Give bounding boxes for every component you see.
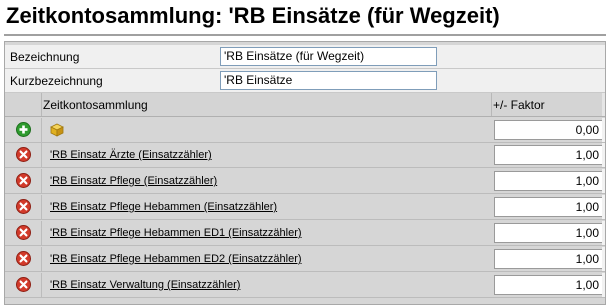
- remove-icon[interactable]: [16, 147, 31, 162]
- add-row: 0,00: [5, 118, 605, 143]
- row-edge: [602, 169, 605, 193]
- table-row: 'RB Einsatz Pflege Hebammen ED1 (Einsatz…: [5, 221, 605, 246]
- factor-input[interactable]: 1,00: [494, 275, 604, 295]
- kurzbezeichnung-input[interactable]: 'RB Einsätze: [220, 71, 437, 90]
- add-factor-input[interactable]: 0,00: [494, 120, 604, 140]
- column-header-zeitkontosammlung[interactable]: Zeitkontosammlung: [43, 98, 148, 112]
- title-divider: [4, 34, 606, 36]
- row-edge: [602, 143, 605, 167]
- row-edge: [602, 195, 605, 219]
- account-link[interactable]: 'RB Einsatz Pflege Hebammen ED2 (Einsatz…: [50, 253, 302, 265]
- row-edge: [602, 247, 605, 271]
- kurzbezeichnung-label: Kurzbezeichnung: [10, 74, 103, 88]
- factor-input[interactable]: 1,00: [494, 197, 604, 217]
- bezeichnung-label: Bezeichnung: [10, 50, 80, 64]
- factor-input[interactable]: 1,00: [494, 171, 604, 191]
- title-bar: Zeitkontosammlung: 'RB Einsätze (für Weg…: [0, 0, 610, 36]
- column-separator: [491, 93, 492, 116]
- account-link[interactable]: 'RB Einsatz Pflege Hebammen ED1 (Einsatz…: [50, 227, 302, 239]
- grid-header-icon-column: [5, 93, 42, 116]
- row-icon-cell: [5, 195, 42, 219]
- kurzbezeichnung-row: Kurzbezeichnung 'RB Einsätze: [5, 69, 605, 93]
- table-row: 'RB Einsatz Pflege Hebammen ED2 (Einsatz…: [5, 247, 605, 272]
- remove-icon[interactable]: [16, 251, 31, 266]
- add-row-icon-cell: [5, 118, 42, 142]
- factor-input[interactable]: 1,00: [494, 223, 604, 243]
- account-link[interactable]: 'RB Einsatz Ärzte (Einsatzzähler): [50, 149, 212, 161]
- table-row: 'RB Einsatz Verwaltung (Einsatzzähler) 1,…: [5, 273, 605, 298]
- row-edge: [602, 118, 605, 142]
- row-icon-cell: [5, 143, 42, 167]
- add-icon[interactable]: [16, 122, 31, 137]
- bezeichnung-row: Bezeichnung 'RB Einsätze (für Wegzeit): [5, 45, 605, 69]
- row-icon-cell: [5, 221, 42, 245]
- factor-input[interactable]: 1,00: [494, 145, 604, 165]
- table-row: 'RB Einsatz Pflege (Einsatzzähler) 1,00: [5, 169, 605, 194]
- column-header-faktor[interactable]: +/- Faktor: [493, 98, 545, 112]
- row-edge: [602, 273, 605, 297]
- page-title: Zeitkontosammlung: 'RB Einsätze (für Weg…: [6, 3, 500, 28]
- scrollbar-stub: [602, 93, 605, 116]
- remove-icon[interactable]: [16, 199, 31, 214]
- remove-icon[interactable]: [16, 225, 31, 240]
- factor-input[interactable]: 1,00: [494, 249, 604, 269]
- row-icon-cell: [5, 273, 42, 297]
- row-edge: [602, 221, 605, 245]
- row-icon-cell: [5, 169, 42, 193]
- account-link[interactable]: 'RB Einsatz Pflege Hebammen (Einsatzzähl…: [50, 201, 277, 213]
- cube-icon[interactable]: [50, 123, 64, 137]
- bezeichnung-input[interactable]: 'RB Einsätze (für Wegzeit): [220, 47, 437, 66]
- row-icon-cell: [5, 247, 42, 271]
- account-link[interactable]: 'RB Einsatz Pflege (Einsatzzähler): [50, 175, 217, 187]
- details-panel: Bezeichnung 'RB Einsätze (für Wegzeit) K…: [4, 41, 606, 305]
- table-row: 'RB Einsatz Ärzte (Einsatzzähler) 1,00: [5, 143, 605, 168]
- remove-icon[interactable]: [16, 277, 31, 292]
- remove-icon[interactable]: [16, 173, 31, 188]
- table-row: 'RB Einsatz Pflege Hebammen (Einsatzzähl…: [5, 195, 605, 220]
- grid-header: Zeitkontosammlung +/- Faktor: [5, 93, 605, 117]
- account-link[interactable]: 'RB Einsatz Verwaltung (Einsatzzähler): [50, 279, 240, 291]
